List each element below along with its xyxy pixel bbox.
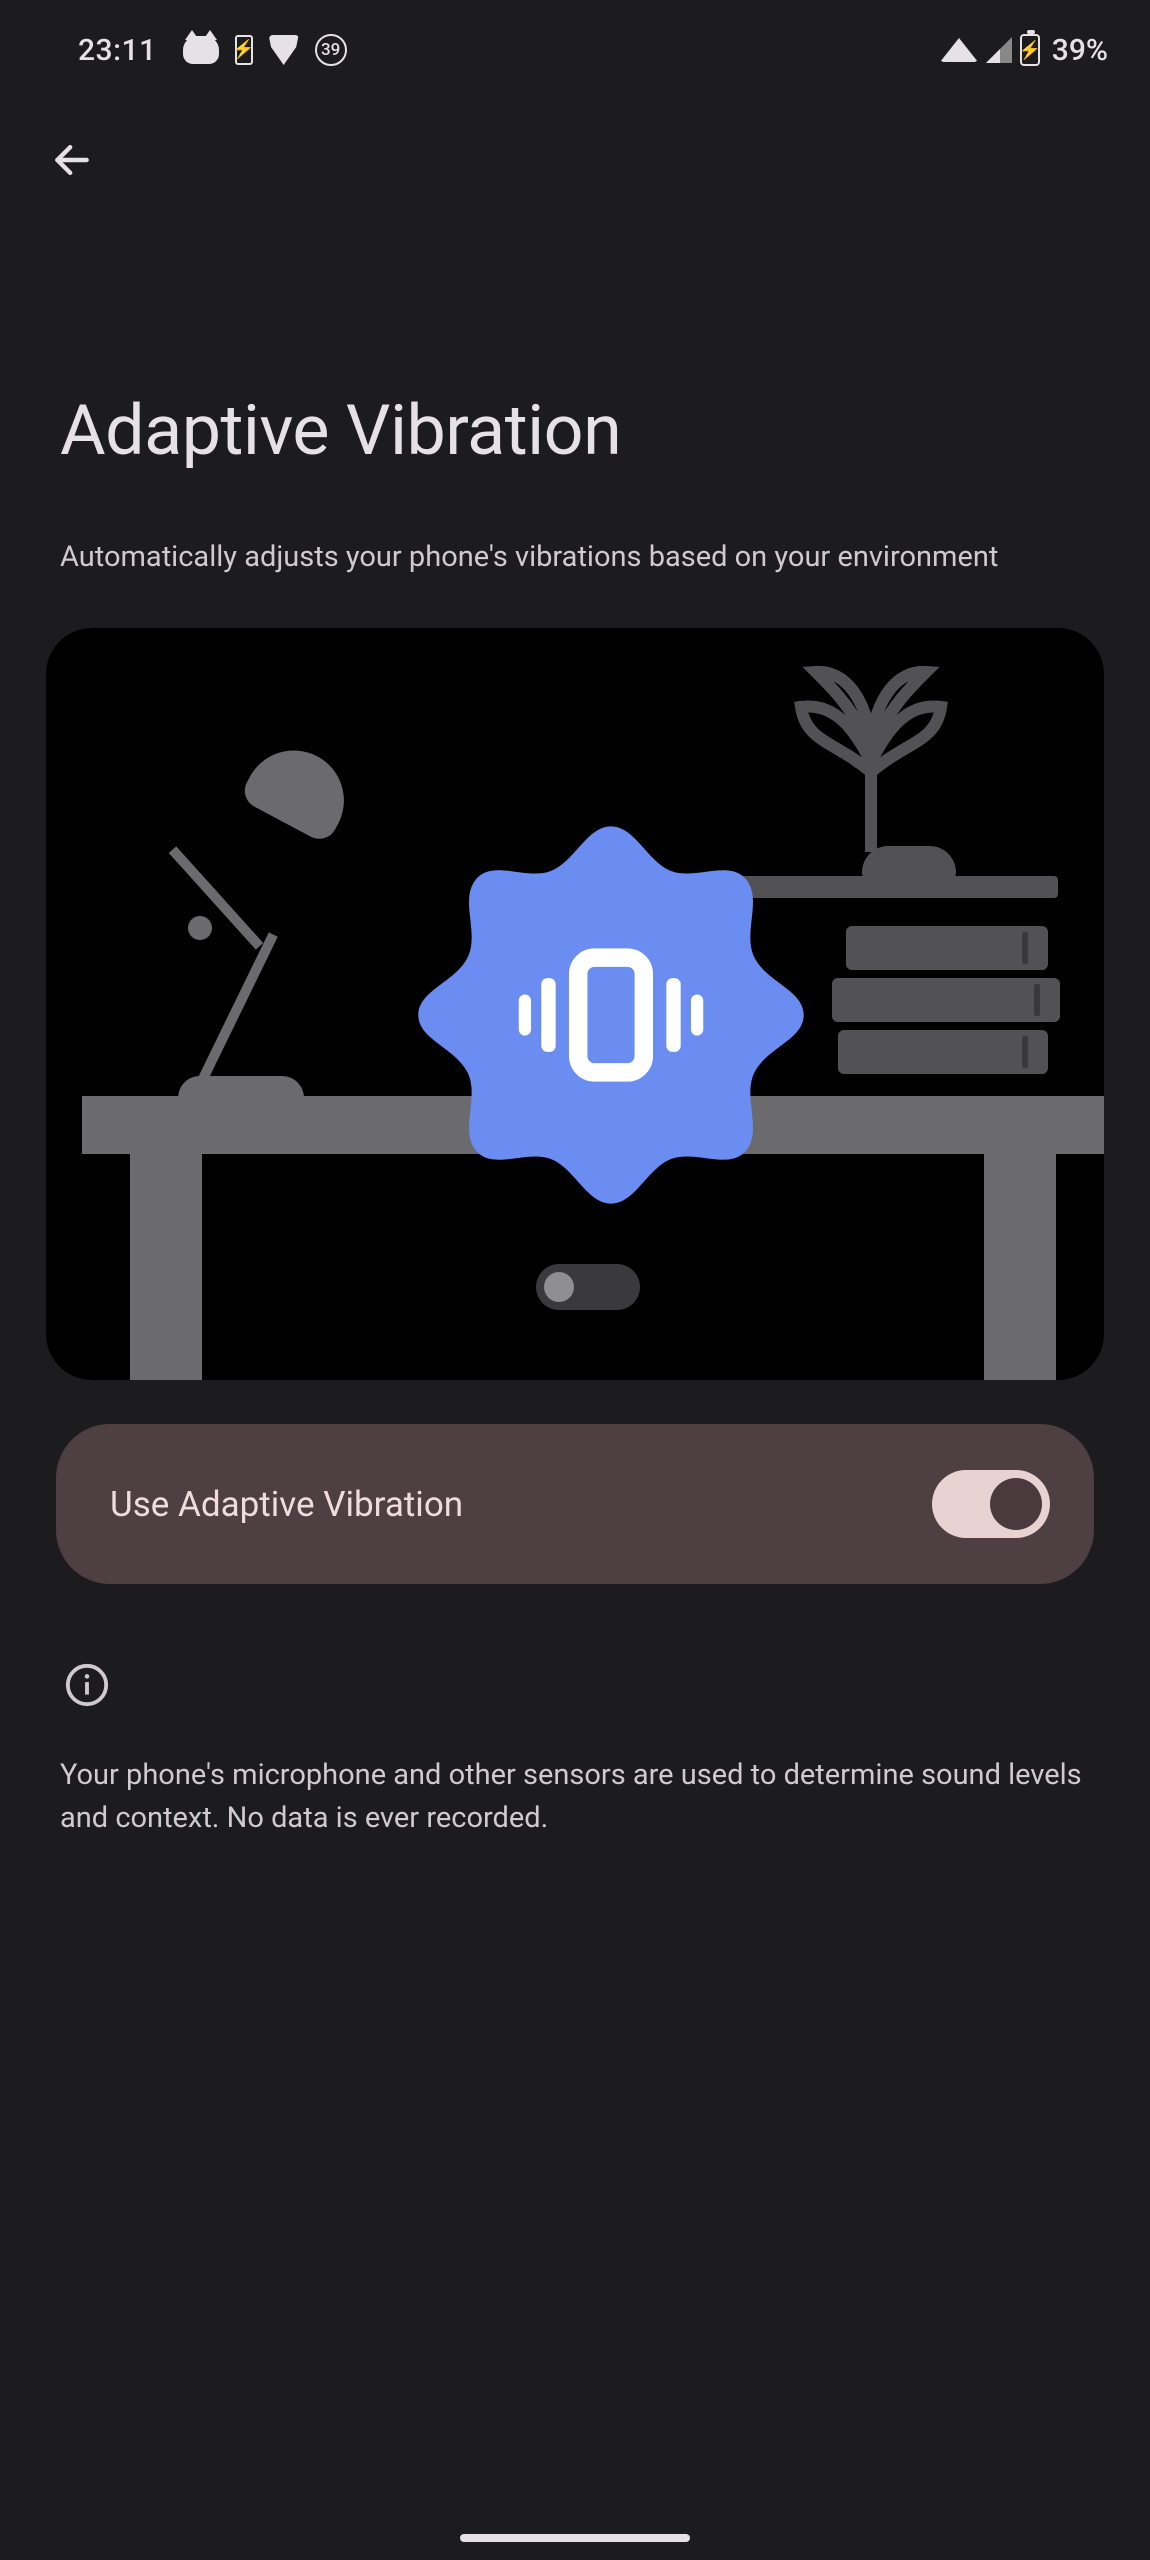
toggle-label: Use Adaptive Vibration <box>110 1484 463 1525</box>
pot-icon <box>862 846 956 880</box>
status-left: 23:11 ⚡ 39 <box>78 33 347 68</box>
notification-app-icon <box>183 36 219 64</box>
status-right: ⚡ 39% <box>940 33 1108 68</box>
page-title: Adaptive Vibration <box>0 190 1150 472</box>
arrow-left-icon <box>50 138 94 182</box>
status-bar: 23:11 ⚡ 39 ⚡ 39% <box>0 0 1150 90</box>
back-button[interactable] <box>42 130 102 190</box>
use-adaptive-vibration-toggle[interactable]: Use Adaptive Vibration <box>56 1424 1094 1584</box>
battery-icon: ⚡ <box>1020 34 1040 66</box>
home-indicator[interactable] <box>460 2534 690 2542</box>
switch-on-icon <box>932 1470 1050 1538</box>
cell-signal-icon <box>986 37 1012 63</box>
feature-illustration <box>46 628 1104 1380</box>
rug-icon <box>536 1264 640 1310</box>
lamp-icon <box>238 733 361 845</box>
battery-charging-small-icon: ⚡ <box>235 35 253 65</box>
status-round-badge: 39 <box>315 34 347 66</box>
book-icon <box>846 926 1048 970</box>
info-icon <box>64 1662 110 1708</box>
page-subtitle: Automatically adjusts your phone's vibra… <box>0 472 1150 578</box>
status-clock: 23:11 <box>78 33 157 68</box>
battery-percent: 39% <box>1052 33 1108 68</box>
vibration-badge-icon <box>406 810 816 1220</box>
book-icon <box>838 1030 1048 1074</box>
wifi-icon <box>940 38 978 62</box>
book-icon <box>832 978 1060 1022</box>
info-text: Your phone's microphone and other sensor… <box>0 1712 1150 1840</box>
vpn-shield-icon <box>269 35 299 65</box>
